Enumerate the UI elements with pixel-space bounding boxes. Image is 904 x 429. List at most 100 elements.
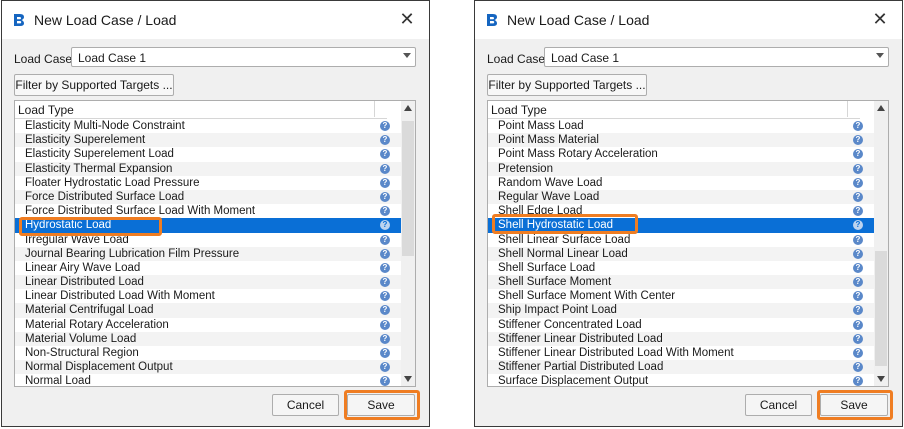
chevron-down-icon[interactable] <box>876 53 884 58</box>
info-icon[interactable]: ? <box>380 277 390 288</box>
load-case-select[interactable]: Load Case 1 <box>544 47 889 67</box>
list-header[interactable]: Load Type <box>488 101 860 119</box>
list-item[interactable]: Shell Linear Surface Load? <box>488 233 876 247</box>
info-icon[interactable]: ? <box>380 319 390 330</box>
scroll-up-arrow-icon[interactable] <box>404 105 412 111</box>
list-item[interactable]: Irregular Wave Load? <box>15 233 403 247</box>
scroll-down-arrow-icon[interactable] <box>877 376 885 382</box>
list-item[interactable]: Elasticity Thermal Expansion? <box>15 161 403 176</box>
info-icon[interactable]: ? <box>853 191 863 202</box>
info-icon[interactable]: ? <box>853 234 863 245</box>
list-item[interactable]: Pretension? <box>488 161 876 176</box>
info-icon[interactable]: ? <box>853 262 863 273</box>
list-header[interactable]: Load Type <box>15 101 387 119</box>
info-icon[interactable]: ? <box>380 291 390 302</box>
info-icon[interactable]: ? <box>853 149 863 160</box>
list-item[interactable]: Force Distributed Surface Load? <box>15 189 403 205</box>
list-item[interactable]: Material Rotary Acceleration? <box>15 318 403 332</box>
info-icon[interactable]: ? <box>380 234 390 245</box>
info-icon[interactable]: ? <box>853 220 863 231</box>
info-icon[interactable]: ? <box>853 305 863 316</box>
list-item[interactable]: Point Mass Rotary Acceleration? <box>488 147 876 161</box>
close-icon[interactable]: ✕ <box>398 10 416 28</box>
list-item[interactable]: Linear Distributed Load With Moment? <box>15 289 403 303</box>
list-item[interactable]: Stiffener Concentrated Load? <box>488 318 876 332</box>
list-item[interactable]: Linear Airy Wave Load? <box>15 261 403 275</box>
list-item[interactable]: Shell Normal Linear Load? <box>488 246 876 261</box>
load-case-select[interactable]: Load Case 1 <box>71 47 416 67</box>
list-item[interactable]: Stiffener Linear Distributed Load With M… <box>488 346 876 360</box>
list-item[interactable]: Stiffener Partial Distributed Load? <box>488 360 876 375</box>
info-icon[interactable]: ? <box>380 333 390 344</box>
list-item[interactable]: Normal Load? <box>15 374 403 386</box>
info-icon[interactable]: ? <box>853 319 863 330</box>
info-icon[interactable]: ? <box>853 277 863 288</box>
cancel-button[interactable]: Cancel <box>745 394 812 416</box>
info-icon[interactable]: ? <box>853 121 863 131</box>
list-item[interactable]: Shell Surface Moment With Center? <box>488 289 876 303</box>
info-icon[interactable]: ? <box>853 135 863 146</box>
list-item[interactable]: Material Centrifugal Load? <box>15 303 403 318</box>
info-icon[interactable]: ? <box>853 376 863 386</box>
list-item[interactable]: Elasticity Superelement? <box>15 133 403 148</box>
info-icon[interactable]: ? <box>380 163 390 174</box>
info-icon[interactable]: ? <box>380 220 390 231</box>
info-icon[interactable]: ? <box>853 291 863 302</box>
load-type-list[interactable]: Load Type Elasticity Multi-Node Constrai… <box>14 100 416 387</box>
list-item[interactable]: Shell Edge Load? <box>488 204 876 218</box>
info-icon[interactable]: ? <box>380 376 390 386</box>
info-icon[interactable]: ? <box>380 206 390 217</box>
list-item[interactable]: Non-Structural Region? <box>15 346 403 360</box>
list-item[interactable]: Shell Surface Moment? <box>488 275 876 290</box>
info-icon[interactable]: ? <box>380 348 390 358</box>
list-item[interactable]: Normal Displacement Output? <box>15 360 403 375</box>
info-icon[interactable]: ? <box>380 149 390 160</box>
list-item[interactable]: Force Distributed Surface Load With Mome… <box>15 204 403 218</box>
info-icon[interactable]: ? <box>380 191 390 202</box>
list-item[interactable]: Material Volume Load? <box>15 331 403 346</box>
filter-by-targets-button[interactable]: Filter by Supported Targets ... <box>487 74 647 96</box>
filter-by-targets-button[interactable]: Filter by Supported Targets ... <box>14 74 174 96</box>
info-icon[interactable]: ? <box>853 206 863 217</box>
info-icon[interactable]: ? <box>380 362 390 373</box>
cancel-button[interactable]: Cancel <box>272 394 339 416</box>
list-item[interactable]: Stiffener Linear Distributed Load? <box>488 331 876 346</box>
list-item[interactable]: Shell Surface Load? <box>488 261 876 275</box>
scroll-thumb[interactable] <box>875 251 887 366</box>
info-icon[interactable]: ? <box>853 177 863 188</box>
info-icon[interactable]: ? <box>853 348 863 358</box>
scrollbar[interactable] <box>874 101 888 386</box>
list-item[interactable]: Surface Displacement Output? <box>488 374 876 386</box>
scroll-up-arrow-icon[interactable] <box>877 105 885 111</box>
save-button[interactable]: Save <box>820 394 888 416</box>
info-icon[interactable]: ? <box>380 248 390 259</box>
info-icon[interactable]: ? <box>853 333 863 344</box>
info-icon[interactable]: ? <box>853 163 863 174</box>
list-item[interactable]: Hydrostatic Load? <box>15 218 403 233</box>
list-item[interactable]: Shell Hydrostatic Load? <box>488 218 876 233</box>
list-item[interactable]: Elasticity Multi-Node Constraint? <box>15 119 403 133</box>
info-icon[interactable]: ? <box>380 135 390 146</box>
list-item[interactable]: Regular Wave Load? <box>488 189 876 205</box>
save-button[interactable]: Save <box>347 394 415 416</box>
list-item[interactable]: Ship Impact Point Load? <box>488 303 876 318</box>
scroll-down-arrow-icon[interactable] <box>404 376 412 382</box>
load-type-list[interactable]: Load Type Point Mass Load? Point Mass Mat… <box>487 100 889 387</box>
info-icon[interactable]: ? <box>380 305 390 316</box>
list-item[interactable]: Linear Distributed Load? <box>15 275 403 290</box>
list-item[interactable]: Floater Hydrostatic Load Pressure? <box>15 176 403 190</box>
list-item[interactable]: Point Mass Load? <box>488 119 876 133</box>
scroll-thumb[interactable] <box>402 121 414 256</box>
list-item[interactable]: Random Wave Load? <box>488 176 876 190</box>
list-item[interactable]: Point Mass Material? <box>488 133 876 148</box>
info-icon[interactable]: ? <box>380 177 390 188</box>
close-icon[interactable]: ✕ <box>871 10 889 28</box>
info-icon[interactable]: ? <box>853 248 863 259</box>
list-item[interactable]: Journal Bearing Lubrication Film Pressur… <box>15 246 403 261</box>
scrollbar[interactable] <box>401 101 415 386</box>
info-icon[interactable]: ? <box>380 262 390 273</box>
list-item[interactable]: Elasticity Superelement Load? <box>15 147 403 161</box>
info-icon[interactable]: ? <box>853 362 863 373</box>
chevron-down-icon[interactable] <box>403 53 411 58</box>
info-icon[interactable]: ? <box>380 121 390 131</box>
